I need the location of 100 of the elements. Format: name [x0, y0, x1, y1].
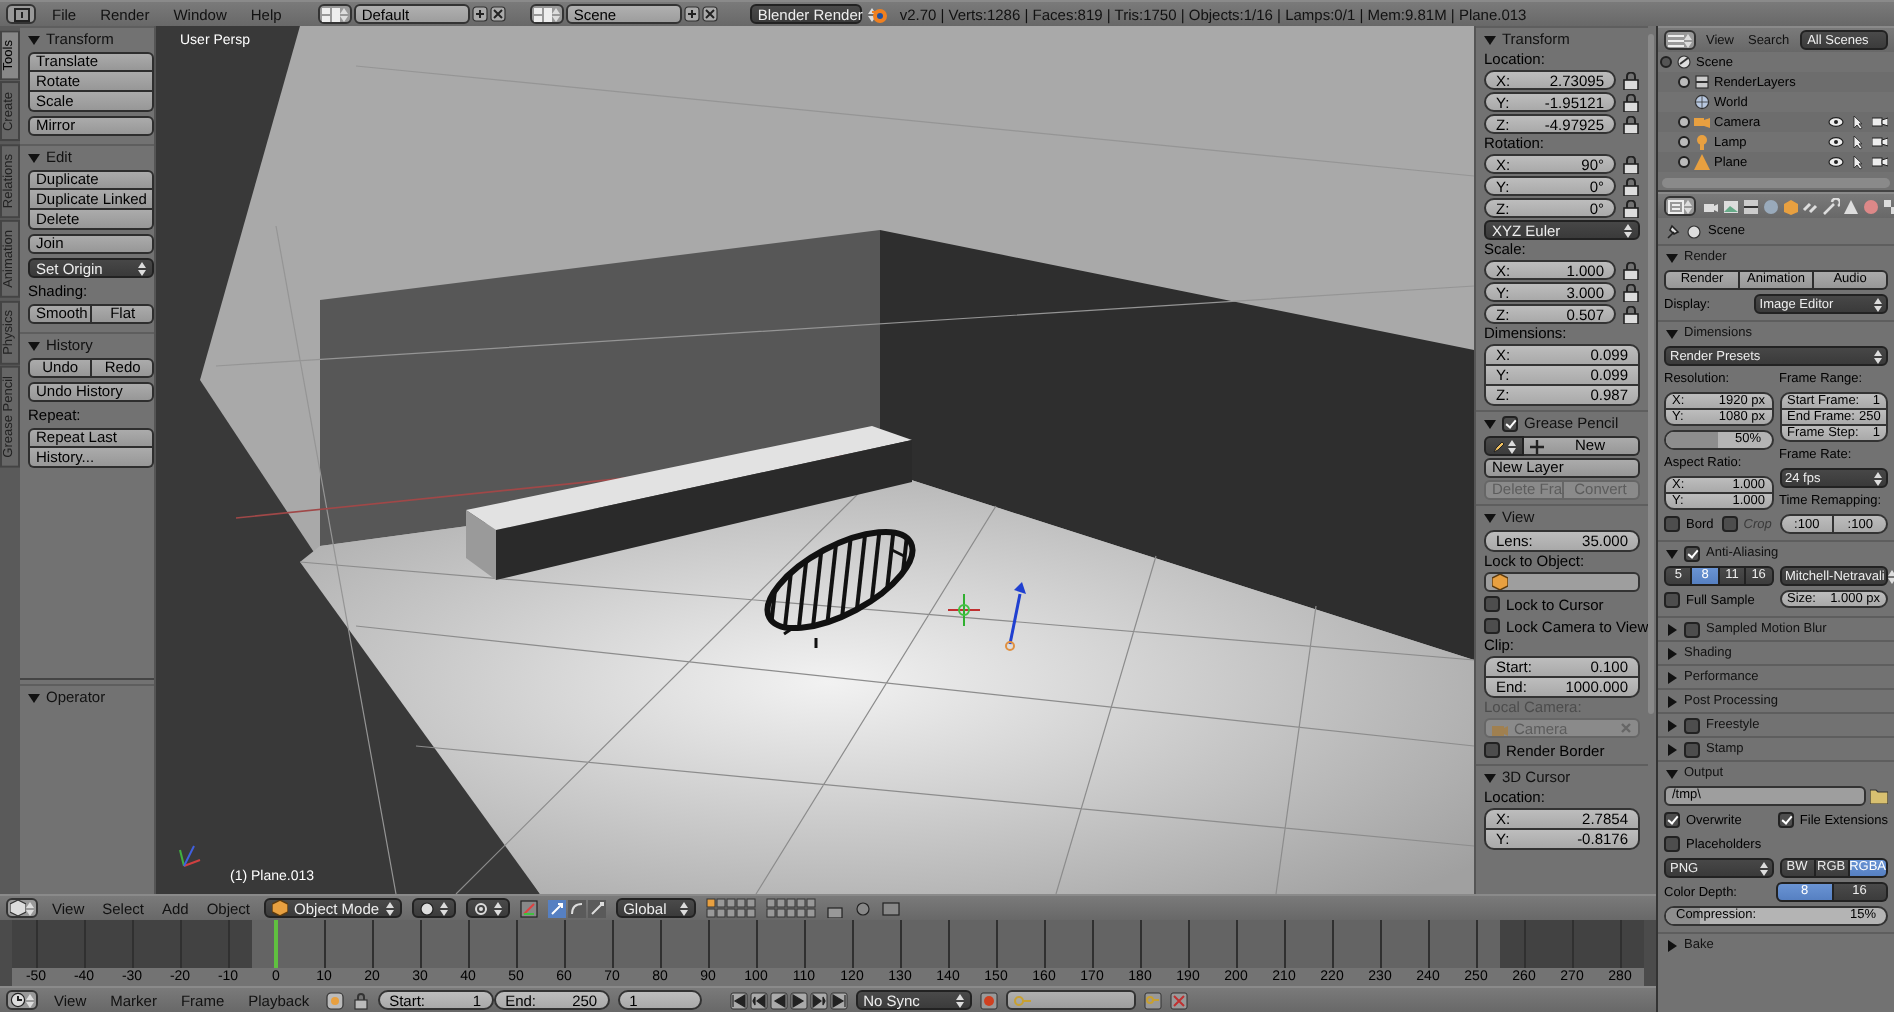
- layers-icon[interactable]: [1742, 197, 1760, 215]
- editor-type-button[interactable]: [6, 898, 38, 918]
- disclosure-triangle-icon[interactable]: [28, 691, 40, 703]
- checkbox[interactable]: [1484, 742, 1500, 758]
- next-keyframe-icon[interactable]: [809, 991, 828, 1009]
- checkbox[interactable]: [1684, 545, 1700, 561]
- disclosure-triangle-icon[interactable]: [1666, 719, 1678, 731]
- editor-type-button[interactable]: [6, 4, 36, 24]
- expand-toggle[interactable]: [1660, 56, 1672, 68]
- updown-arrows-icon: [339, 7, 348, 21]
- picture-icon[interactable]: [1722, 197, 1740, 215]
- eye-icon[interactable]: [1828, 135, 1844, 147]
- layer-grid-icon[interactable]: [705, 898, 756, 918]
- updown-arrows-icon: [385, 901, 394, 915]
- eye-icon[interactable]: [1828, 115, 1844, 127]
- updown-arrows-icon: [26, 901, 34, 915]
- play-icon[interactable]: [789, 991, 808, 1009]
- disclosure-triangle-icon[interactable]: [1666, 327, 1678, 339]
- editor-type-button[interactable]: [1664, 30, 1696, 50]
- updown-arrows-icon: [1874, 349, 1882, 363]
- layers-icon: [1694, 74, 1710, 90]
- checkbox[interactable]: [1684, 717, 1700, 733]
- folder-icon[interactable]: [1870, 788, 1888, 804]
- play-reverse-icon[interactable]: [769, 991, 788, 1009]
- list-icon: [1668, 33, 1684, 47]
- transform-gizmo-icon: [947, 582, 1026, 651]
- wrench-icon[interactable]: [1822, 197, 1840, 215]
- disclosure-triangle-icon[interactable]: [1666, 695, 1678, 707]
- close-icon[interactable]: [489, 6, 506, 22]
- insert-key-icon[interactable]: [1143, 991, 1162, 1009]
- checkbox[interactable]: [1664, 516, 1680, 532]
- updown-arrows-icon: [1873, 297, 1882, 311]
- rotate-icon[interactable]: [567, 899, 586, 917]
- expand-toggle[interactable]: [1678, 156, 1690, 168]
- object-field[interactable]: [1484, 572, 1640, 592]
- checkbox[interactable]: [1664, 836, 1680, 852]
- eye-icon[interactable]: [1828, 155, 1844, 167]
- record-icon[interactable]: [979, 991, 998, 1009]
- layout-icon-button[interactable]: [317, 4, 352, 24]
- keying-set-field[interactable]: [1005, 990, 1136, 1010]
- updown-arrows-icon: [1888, 569, 1894, 583]
- checkbox[interactable]: [1664, 592, 1680, 608]
- checkbox[interactable]: [1484, 596, 1500, 612]
- editor-type-button[interactable]: [1664, 196, 1696, 216]
- disclosure-triangle-icon[interactable]: [1666, 623, 1678, 635]
- disclosure-triangle-icon[interactable]: [1666, 251, 1678, 263]
- shading-button[interactable]: [411, 898, 456, 918]
- delete-key-icon[interactable]: [1169, 991, 1188, 1009]
- layout-icon-button[interactable]: [529, 4, 564, 24]
- plus-icon: [1530, 439, 1544, 453]
- checkbox[interactable]: [1502, 415, 1518, 431]
- add-icon[interactable]: [683, 6, 700, 22]
- disclosure-triangle-icon[interactable]: [1484, 771, 1496, 783]
- pivot-button[interactable]: [465, 898, 510, 918]
- camera-icon[interactable]: [1872, 155, 1888, 167]
- scale-icon[interactable]: [587, 899, 606, 917]
- lamp-icon: [1694, 134, 1710, 150]
- expand-toggle[interactable]: [1678, 76, 1690, 88]
- expand-toggle[interactable]: [1678, 116, 1690, 128]
- checkbox[interactable]: [1684, 621, 1700, 637]
- properties-icon: [1668, 199, 1684, 213]
- camera-icon: [1492, 721, 1508, 735]
- checkbox[interactable]: [1777, 812, 1794, 828]
- skip-start-icon[interactable]: [729, 991, 748, 1009]
- grid-icon: [321, 7, 340, 21]
- triangle-icon[interactable]: [1842, 197, 1860, 215]
- pencil-icon: [1492, 439, 1506, 453]
- pivot-icon: [473, 901, 488, 915]
- checkbox[interactable]: [1684, 741, 1700, 757]
- disclosure-triangle-icon[interactable]: [1666, 743, 1678, 755]
- close-icon[interactable]: [701, 6, 718, 22]
- editor-type-button[interactable]: [6, 990, 38, 1010]
- disclosure-triangle-icon[interactable]: [28, 339, 40, 351]
- prev-keyframe-icon[interactable]: [749, 991, 768, 1009]
- disclosure-triangle-icon[interactable]: [1484, 33, 1496, 45]
- expand-toggle[interactable]: [1678, 136, 1690, 148]
- camera-icon[interactable]: [1872, 115, 1888, 127]
- disclosure-triangle-icon[interactable]: [1484, 417, 1496, 429]
- disclosure-triangle-icon[interactable]: [1666, 939, 1678, 951]
- cube-icon: [272, 900, 289, 916]
- disclosure-triangle-icon[interactable]: [1666, 671, 1678, 683]
- checkbox[interactable]: [1484, 618, 1500, 634]
- camera-icon[interactable]: [1872, 135, 1888, 147]
- disclosure-triangle-icon[interactable]: [28, 33, 40, 45]
- disclosure-triangle-icon[interactable]: [1666, 647, 1678, 659]
- updown-arrows-icon: [1624, 223, 1632, 237]
- checkbox[interactable]: [1664, 812, 1680, 828]
- updown-arrows-icon: [1874, 471, 1882, 485]
- cube-icon: [10, 900, 26, 916]
- translate-icon[interactable]: [547, 899, 566, 917]
- disclosure-triangle-icon[interactable]: [1666, 767, 1678, 779]
- layer-grid-icon[interactable]: [765, 898, 816, 918]
- pin-icon[interactable]: [1666, 223, 1680, 239]
- pencil-button[interactable]: [1484, 436, 1524, 456]
- disclosure-triangle-icon[interactable]: [1666, 547, 1678, 559]
- skip-end-icon[interactable]: [829, 991, 848, 1009]
- add-icon[interactable]: [471, 6, 488, 22]
- disclosure-triangle-icon[interactable]: [1484, 511, 1496, 523]
- disclosure-triangle-icon[interactable]: [28, 151, 40, 163]
- updown-arrows-icon: [955, 993, 964, 1007]
